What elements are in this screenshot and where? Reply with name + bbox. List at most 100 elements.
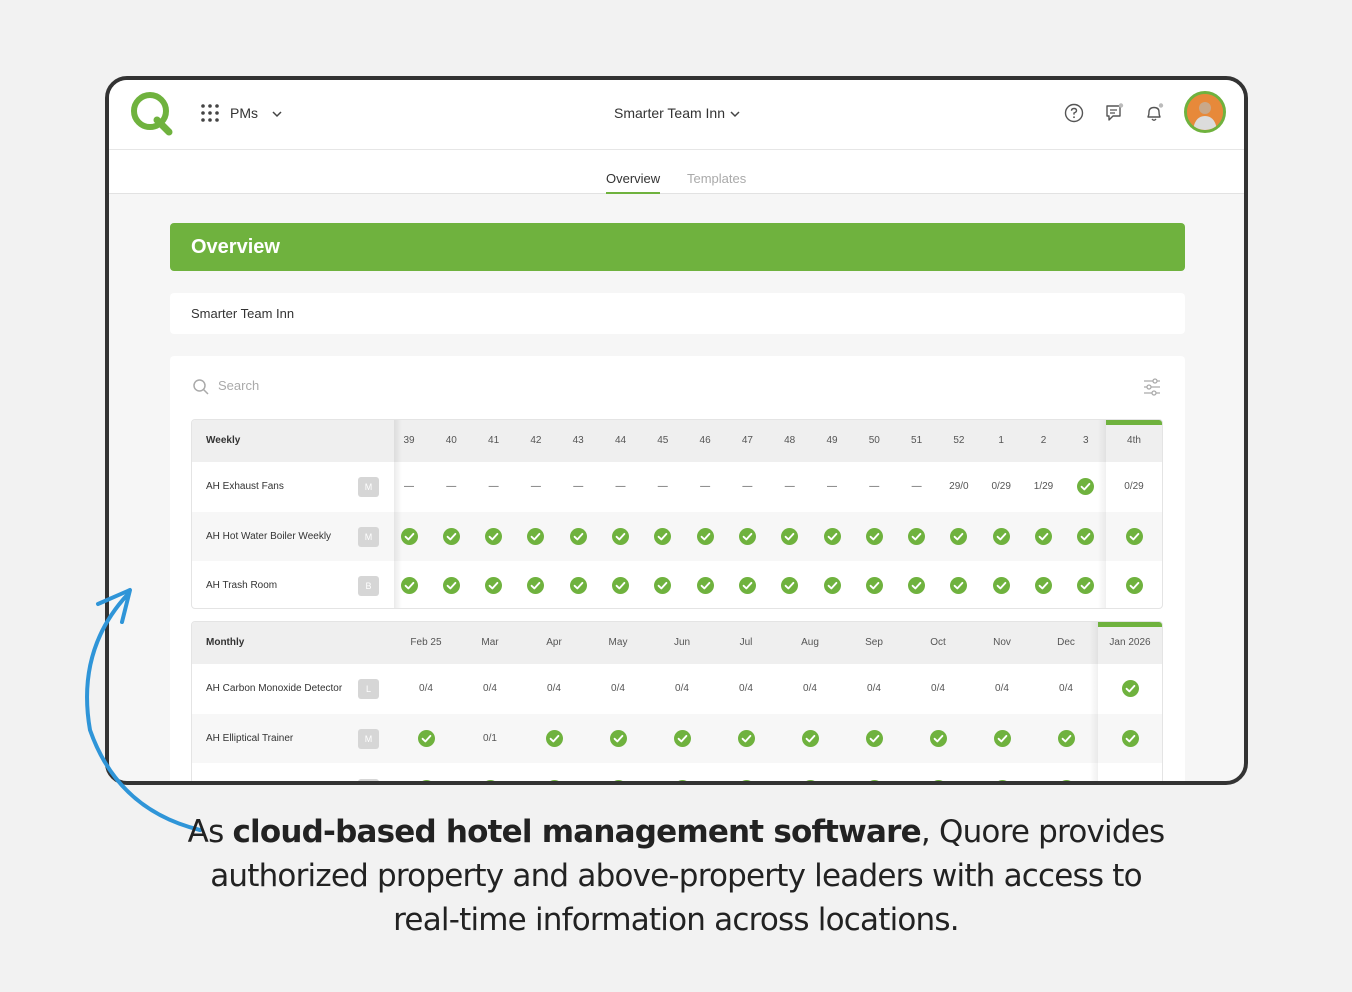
check-icon [545,730,563,747]
check-icon [865,780,883,781]
column-header: Oct [930,637,946,648]
frequency-badge: L [358,678,379,699]
status-cell[interactable]: 0/4 [1046,683,1086,694]
chevron-down-icon[interactable] [729,108,741,120]
check-icon [545,780,563,781]
row-label[interactable]: AH Elliptical Trainer [206,733,293,744]
check-icon [673,730,691,747]
column-header: Feb 25 [410,637,442,648]
check-icon [950,577,968,594]
status-cell[interactable]: — [643,481,683,492]
status-cell[interactable]: 0/4 [470,683,510,694]
status-cell[interactable]: 29/0 [939,481,979,492]
search-icon [193,379,209,395]
main-content: Overview Smarter Team Inn Weekly39404142… [109,194,1244,781]
bell-icon[interactable] [1143,102,1165,124]
check-icon [781,577,799,594]
check-icon [801,730,819,747]
table-row[interactable]: AH Exhaust Fans M — — — — — — — — — — — — —29/0 0/29 1/2… [192,462,1162,511]
column-header: Dec [1057,637,1075,648]
row-label[interactable]: AH Hot Water Boiler Weekly [206,531,331,542]
status-cell[interactable]: — [812,481,852,492]
caption-prefix: As [187,814,233,850]
status-cell[interactable]: 1/29 [1024,481,1064,492]
check-icon [569,528,587,545]
status-cell[interactable]: — [727,481,767,492]
status-cell[interactable]: 0/29 [981,481,1021,492]
status-cell[interactable]: 0/4 [982,683,1022,694]
status-cell[interactable]: — [601,481,641,492]
table-row[interactable]: AH Carbon Monoxide Detector L 0/4 0/4 0/4 0/4… [192,664,1162,713]
chat-icon[interactable] [1103,102,1125,124]
tab-overview[interactable]: Overview [606,171,661,194]
check-icon [992,528,1010,545]
check-icon [1121,730,1139,747]
table-row[interactable]: AH Elliptical Trainer M 0/1 [192,714,1162,763]
pm-overview-panel: Weekly39404142434445464748495051521234th… [170,356,1185,781]
check-icon [908,528,926,545]
status-cell[interactable]: 0/4 [534,683,574,694]
status-cell[interactable]: — [558,481,598,492]
row-label[interactable]: AH Exhaust Fans [206,481,284,492]
filter-icon[interactable] [1142,378,1162,396]
status-cell[interactable]: — [685,481,725,492]
check-icon [400,528,418,545]
check-icon [527,577,545,594]
property-selector-label[interactable]: Smarter Team Inn [614,105,725,121]
check-icon [823,528,841,545]
table-row[interactable]: AH Hot Water Boiler Weekly M [192,512,1162,561]
status-cell[interactable]: — [431,481,471,492]
check-icon [485,528,503,545]
app-grid-icon[interactable] [201,104,219,122]
caption: As cloud-based hotel management software… [176,810,1176,942]
status-cell[interactable]: 0/4 [918,683,958,694]
check-icon [1125,528,1143,545]
search-input[interactable] [218,378,518,393]
status-cell[interactable]: 0/4 [854,683,894,694]
status-cell[interactable]: — [854,481,894,492]
status-cell[interactable]: — [897,481,937,492]
table-row[interactable] [192,764,1162,781]
check-icon [908,577,926,594]
module-selector-label[interactable]: PMs [230,105,258,121]
column-header: Apr [546,637,562,648]
column-header: Nov [993,637,1011,648]
status-cell[interactable]: 0/4 [726,683,766,694]
avatar[interactable] [1184,91,1226,133]
monthly-table: Monthly Feb 25 Mar Apr May Jun Jul Aug Sep Oct Nov… [191,621,1163,781]
table-row[interactable]: AH Trash Room B [192,561,1162,608]
check-icon [992,577,1010,594]
tab-templates[interactable]: Templates [687,171,746,186]
help-icon[interactable] [1063,102,1085,124]
check-icon [929,780,947,781]
check-icon [993,730,1011,747]
status-cell[interactable]: — [516,481,556,492]
column-header: Jun [673,637,691,648]
check-icon [673,780,691,781]
status-cell[interactable]: 0/4 [790,683,830,694]
check-icon [481,780,499,781]
status-cell[interactable]: 0/4 [406,683,446,694]
check-icon [781,528,799,545]
quore-logo-icon[interactable] [129,90,175,136]
row-label[interactable]: AH Carbon Monoxide Detector [206,683,342,694]
check-icon [1077,528,1095,545]
check-icon [1125,577,1143,594]
status-cell[interactable]: 0/1 [470,733,510,744]
check-icon [1077,577,1095,594]
column-divider [394,420,402,608]
status-cell[interactable]: 0/29 [1114,481,1154,492]
check-icon [993,780,1011,781]
check-icon [612,577,629,594]
property-name: Smarter Team Inn [170,293,1185,334]
status-cell[interactable]: — [770,481,810,492]
current-period-marker [1106,420,1162,425]
current-period-shade [1098,420,1106,608]
table-section-label: Weekly [206,435,241,446]
status-cell[interactable]: 0/4 [598,683,638,694]
status-cell[interactable]: 0/4 [662,683,702,694]
table-header-row: Monthly Feb 25 Mar Apr May Jun Jul Aug Sep Oct Nov… [192,622,1162,664]
chevron-down-icon[interactable] [271,108,283,120]
frequency-badge [358,778,379,781]
status-cell[interactable]: — [474,481,514,492]
